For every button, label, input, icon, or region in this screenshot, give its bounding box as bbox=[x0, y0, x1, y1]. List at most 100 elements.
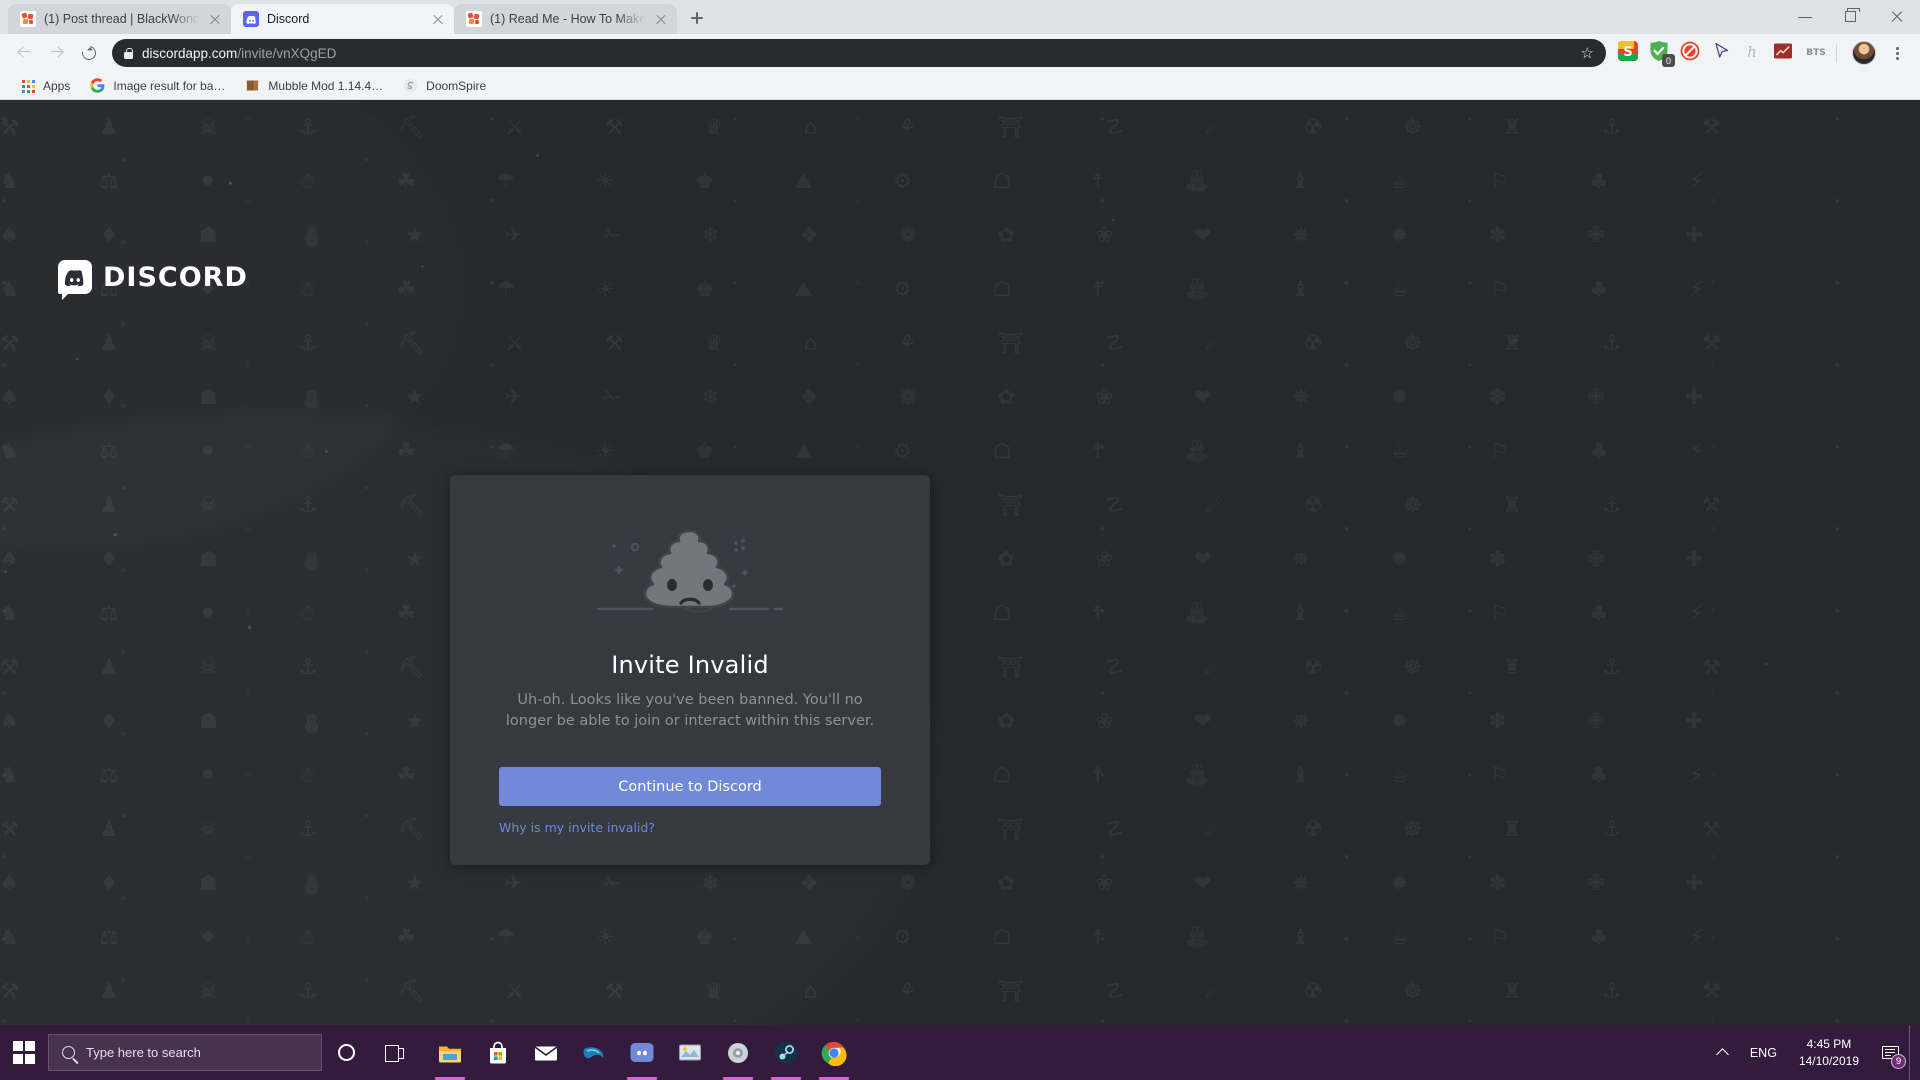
svg-text:BTS: BTS bbox=[1806, 48, 1825, 58]
media-player-icon bbox=[725, 1040, 751, 1066]
mail-icon bbox=[533, 1040, 559, 1066]
discord-icon bbox=[243, 11, 259, 27]
sparkle-row: ✦ · ✧ · ✶ · • ✧ · ✦ · ✶ • · ✧ ✦ · ✶ · • bbox=[0, 853, 1888, 904]
lock-icon bbox=[124, 47, 133, 59]
forward-button[interactable] bbox=[42, 38, 72, 68]
taskbar-search-input[interactable]: Type here to search bbox=[48, 1034, 322, 1071]
modal-title: Invite Invalid bbox=[611, 651, 769, 679]
steam-icon bbox=[773, 1040, 799, 1066]
search-icon bbox=[62, 1046, 75, 1059]
close-icon[interactable] bbox=[430, 11, 446, 27]
tray-overflow-button[interactable] bbox=[1706, 1025, 1740, 1080]
start-button[interactable] bbox=[0, 1025, 48, 1080]
url-host: discordapp.com bbox=[142, 45, 238, 61]
why-invite-invalid-link[interactable]: Why is my invite invalid? bbox=[499, 820, 655, 835]
tab-label: (1) Post thread | BlackWonder | F… bbox=[44, 12, 199, 26]
adblock-extension-icon[interactable] bbox=[1679, 40, 1705, 66]
taskbar-app-discord[interactable] bbox=[618, 1025, 666, 1080]
taskbar-app-paint[interactable] bbox=[666, 1025, 714, 1080]
taskbar-app-google-chrome[interactable] bbox=[810, 1025, 858, 1080]
sparkle-row: ✦ · ✧ · ✶ · • ✧ · ✦ · ✶ • · ✧ ✦ · ✶ · • bbox=[0, 689, 1888, 740]
bookmark-label: Image result for ba… bbox=[113, 78, 226, 93]
task-view-button[interactable] bbox=[370, 1025, 418, 1080]
taskbar-app-file-explorer[interactable] bbox=[426, 1025, 474, 1080]
notifications-button[interactable]: 9 bbox=[1871, 1025, 1909, 1080]
bookmark-mubble-mod[interactable]: Mubble Mod 1.14.4… bbox=[237, 75, 391, 97]
chrome-icon bbox=[821, 1040, 847, 1066]
sparkle-row: ✦ · ✧ · ✶ · • ✧ · ✦ · ✶ • · ✧ ✦ · ✶ · • bbox=[0, 1017, 1888, 1025]
bookmark-label: Mubble Mod 1.14.4… bbox=[268, 78, 384, 93]
minimize-button[interactable] bbox=[1782, 0, 1828, 34]
new-tab-button[interactable] bbox=[683, 4, 711, 32]
honey-extension-icon[interactable]: h bbox=[1741, 40, 1767, 66]
dolphin-emulator-icon bbox=[581, 1040, 607, 1066]
apps-grid-icon bbox=[20, 78, 36, 94]
discord-icon bbox=[629, 1040, 655, 1066]
profile-avatar[interactable] bbox=[1852, 41, 1876, 65]
sparkle-row: ✦ · ✧ · ✶ · • ✧ · ✦ · ✶ • · ✧ ✦ · ✶ · • bbox=[0, 771, 1888, 822]
language-indicator[interactable]: ENG bbox=[1740, 1046, 1787, 1060]
taskbar-app-mail[interactable] bbox=[522, 1025, 570, 1080]
back-button[interactable] bbox=[10, 38, 40, 68]
sparkle-row: ✦ · ✧ · ✶ · • ✧ · ✦ · ✶ • · ✧ ✦ · ✶ · • bbox=[0, 197, 1888, 248]
browser-tab-1[interactable]: Discord bbox=[231, 4, 454, 34]
tab-label: (1) Read Me - How To Make A Pr… bbox=[490, 12, 645, 26]
svg-text:h: h bbox=[1747, 43, 1757, 61]
maximize-button[interactable] bbox=[1828, 0, 1874, 34]
reload-button[interactable] bbox=[74, 38, 104, 68]
discord-invite-page: ⚒ ♟ ☠ ⚓ ⛏ ⚔ ⚒ ♛ ⌂ ⚘ ⛩ ☡ ☄ ☢ ☸ ♜ ⚓ ⚒ ♞ ⚖ … bbox=[0, 100, 1920, 1025]
notification-count-badge: 9 bbox=[1891, 1054, 1906, 1069]
bookmark-image-result[interactable]: Image result for ba… bbox=[82, 75, 233, 97]
chart-extension-icon[interactable] bbox=[1772, 40, 1798, 66]
window-controls bbox=[1782, 0, 1920, 34]
microsoft-store-icon bbox=[485, 1040, 511, 1066]
browser-toolbar: discordapp.com/invite/vnXQgED ☆ S 0 h BT… bbox=[0, 34, 1920, 72]
cursor-extension-icon[interactable] bbox=[1710, 40, 1736, 66]
bookmark-label: Apps bbox=[43, 78, 71, 93]
url-path: /invite/vnXQgED bbox=[237, 45, 337, 61]
sad-poop-illustration bbox=[590, 521, 790, 631]
sparkle-row: ✦ · ✧ · ✶ · • ✧ · ✦ · ✶ • · ✧ ✦ · ✶ · • bbox=[0, 525, 1888, 576]
taskbar-app-steam[interactable] bbox=[762, 1025, 810, 1080]
background-sparkle-pattern: ✦ · ✧ · ✶ · • ✧ · ✦ · ✶ • · ✧ ✦ · ✶ · • … bbox=[0, 100, 1920, 1025]
address-bar[interactable]: discordapp.com/invite/vnXQgED ☆ bbox=[112, 39, 1606, 67]
bookmark-star-icon[interactable]: ☆ bbox=[1581, 46, 1594, 61]
adguard-extension-icon[interactable]: 0 bbox=[1648, 40, 1675, 67]
stylish-extension-icon[interactable]: S bbox=[1617, 40, 1643, 66]
invite-invalid-modal: Invite Invalid Uh-oh. Looks like you've … bbox=[450, 475, 930, 865]
clock-date: 14/10/2019 bbox=[1798, 1053, 1859, 1068]
bts-extension-icon[interactable]: BTS bbox=[1803, 40, 1829, 66]
taskbar-app-media-player[interactable] bbox=[714, 1025, 762, 1080]
windows-taskbar: Type here to search ENG 4:45 PM 14/10/20… bbox=[0, 1025, 1920, 1080]
show-desktop-button[interactable] bbox=[1909, 1025, 1916, 1080]
roblox-icon bbox=[20, 11, 36, 27]
taskbar-app-microsoft-store[interactable] bbox=[474, 1025, 522, 1080]
svg-text:S: S bbox=[1623, 45, 1632, 60]
book-icon bbox=[245, 78, 261, 94]
close-icon[interactable] bbox=[207, 11, 223, 27]
task-view-icon bbox=[384, 1045, 404, 1062]
cortana-button[interactable] bbox=[322, 1025, 370, 1080]
taskbar-app-dolphin-emulator[interactable] bbox=[570, 1025, 618, 1080]
browser-tab-0[interactable]: (1) Post thread | BlackWonder | F… bbox=[8, 4, 231, 34]
close-window-button[interactable] bbox=[1874, 0, 1920, 34]
bookmark-apps[interactable]: Apps bbox=[12, 75, 78, 97]
clock-time: 4:45 PM bbox=[1806, 1037, 1852, 1052]
sparkle-row: ✦ · ✧ · ✶ · • ✧ · ✦ · ✶ • · ✧ ✦ · ✶ · • bbox=[0, 443, 1888, 494]
browser-tab-2[interactable]: (1) Read Me - How To Make A Pr… bbox=[454, 4, 677, 34]
close-icon[interactable] bbox=[653, 11, 669, 27]
sparkle-row: ✦ · ✧ · ✶ · • ✧ · ✦ · ✶ • · ✧ ✦ · ✶ · • bbox=[0, 361, 1888, 412]
taskbar-app-list bbox=[426, 1025, 858, 1080]
cortana-icon bbox=[337, 1044, 355, 1061]
sparkle-row: ✦ · ✧ · ✶ · • ✧ · ✦ · ✶ • · ✧ ✦ · ✶ · • bbox=[0, 279, 1888, 330]
modal-description: Uh-oh. Looks like you've been banned. Yo… bbox=[505, 692, 875, 730]
bookmark-label: DoomSpire bbox=[426, 78, 487, 93]
continue-to-discord-button[interactable]: Continue to Discord bbox=[499, 767, 881, 807]
clock[interactable]: 4:45 PM 14/10/2019 bbox=[1787, 1036, 1871, 1068]
chrome-menu-icon[interactable] bbox=[1884, 40, 1910, 66]
search-placeholder: Type here to search bbox=[86, 1045, 201, 1060]
discord-brand-logo[interactable]: DISCORD bbox=[58, 260, 248, 294]
bookmark-doomspire[interactable]: DoomSpire bbox=[395, 75, 494, 97]
discord-mark-icon bbox=[58, 260, 92, 294]
sparkle-row: ✦ · ✧ · ✶ · • ✧ · ✦ · ✶ • · ✧ ✦ · ✶ · • bbox=[0, 607, 1888, 658]
